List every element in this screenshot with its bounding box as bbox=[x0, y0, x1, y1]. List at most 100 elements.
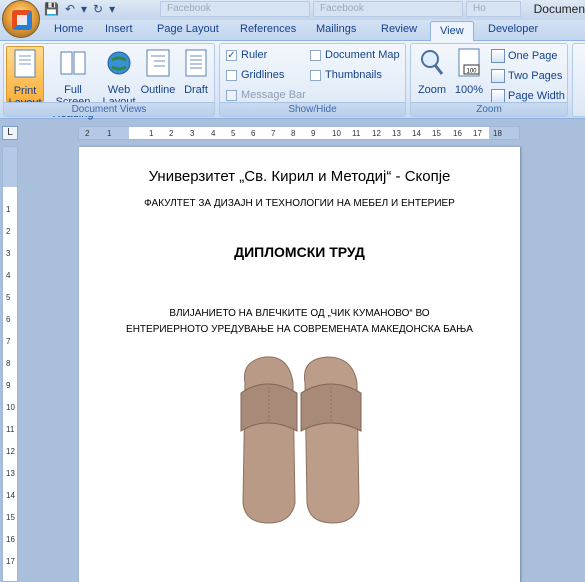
office-button[interactable] bbox=[2, 0, 40, 38]
ruler-tick: 14 bbox=[6, 491, 15, 500]
ruler-tick: 9 bbox=[6, 381, 11, 390]
two-pages-label: Two Pages bbox=[508, 70, 563, 82]
document-title: Documen bbox=[533, 2, 585, 16]
taskbar-item[interactable]: Facebook bbox=[313, 1, 463, 17]
title-bar: 💾 ↶ ▾ ↻ ▾ Facebook Facebook Ho Documen bbox=[0, 0, 585, 38]
tab-page-layout[interactable]: Page Layout bbox=[157, 23, 219, 35]
full-screen-reading-icon bbox=[60, 51, 86, 75]
ruler-tick: 15 bbox=[432, 129, 441, 138]
topic-line-1: ВЛИЈАНИЕТО НА ВЛЕЧКИТЕ ОД „ЧИК КУМАНОВО“… bbox=[169, 308, 430, 319]
outline-button[interactable]: Outline bbox=[138, 46, 178, 96]
tab-references[interactable]: References bbox=[240, 23, 296, 35]
horizontal-ruler[interactable]: 2 1 1 2 3 4 5 6 7 8 9 10 11 12 13 14 15 … bbox=[78, 126, 520, 140]
tab-selector[interactable]: L bbox=[2, 126, 18, 140]
customize-icon[interactable]: ▾ bbox=[109, 2, 115, 16]
page-100-icon: 100 bbox=[458, 48, 480, 77]
ruler-checkbox[interactable]: ✓ Ruler bbox=[226, 49, 267, 61]
document-map-checkbox[interactable]: Document Map bbox=[310, 49, 400, 61]
tab-mailings[interactable]: Mailings bbox=[316, 23, 356, 35]
ruler-tick: 9 bbox=[311, 129, 316, 138]
print-layout-icon bbox=[14, 49, 36, 78]
quick-access-toolbar: 💾 ↶ ▾ ↻ ▾ bbox=[44, 2, 115, 16]
draft-icon bbox=[185, 49, 207, 77]
ruler-tick: 1 bbox=[149, 129, 154, 138]
outline-icon bbox=[146, 49, 170, 77]
two-pages-icon bbox=[491, 69, 505, 83]
top-margin-area bbox=[3, 147, 17, 187]
topic-line-2: ЕНТЕРИЕРНОТО УРЕДУВАЊЕ НА СОВРЕМЕНАТА МА… bbox=[126, 324, 473, 335]
tab-developer[interactable]: Developer bbox=[488, 23, 538, 35]
checkbox-icon bbox=[226, 89, 237, 101]
ruler-tick: 3 bbox=[6, 249, 11, 258]
draft-label: Draft bbox=[184, 84, 208, 96]
ruler-tick: 2 bbox=[85, 129, 90, 138]
office-logo-icon bbox=[12, 10, 32, 30]
taskbar-item[interactable]: Facebook bbox=[160, 1, 310, 17]
document-page[interactable]: Универзитет „Св. Кирил и Методиј“ - Скоп… bbox=[79, 147, 520, 582]
show-hide-group: ✓ Ruler Gridlines Message Bar Document Ma… bbox=[219, 43, 406, 117]
ruler-tick: 17 bbox=[473, 129, 482, 138]
page-100-icon-text: 100 bbox=[466, 69, 477, 75]
page-width-button[interactable]: Page Width bbox=[491, 89, 565, 103]
one-page-button[interactable]: One Page bbox=[491, 49, 558, 63]
ruler-tick: 12 bbox=[372, 129, 381, 138]
checkbox-checked-icon: ✓ bbox=[226, 49, 237, 61]
web-layout-icon bbox=[107, 51, 131, 75]
ruler-tick: 1 bbox=[6, 205, 11, 214]
group-label: Zoom bbox=[411, 102, 567, 116]
web-layout-button[interactable]: Web Layout bbox=[102, 46, 136, 108]
message-bar-checkbox: Message Bar bbox=[226, 89, 306, 101]
redo-icon[interactable]: ↻ bbox=[93, 2, 103, 16]
ruler-tick: 2 bbox=[6, 227, 11, 236]
ruler-tick: 1 bbox=[107, 129, 112, 138]
two-pages-button[interactable]: Two Pages bbox=[491, 69, 562, 83]
group-label: Show/Hide bbox=[220, 102, 405, 116]
document-views-group: Print Layout Full Screen Reading Web Lay… bbox=[3, 43, 215, 120]
gridlines-label: Gridlines bbox=[241, 69, 285, 81]
ruler-tick: 14 bbox=[412, 129, 421, 138]
zoom-label: Zoom bbox=[417, 84, 447, 96]
ruler-tick: 3 bbox=[190, 129, 195, 138]
draft-button[interactable]: Draft bbox=[180, 46, 212, 96]
print-layout-button[interactable]: Print Layout bbox=[6, 46, 44, 109]
ruler-tick: 11 bbox=[6, 425, 15, 434]
ruler-tick: 18 bbox=[493, 129, 502, 138]
thumbnails-checkbox[interactable]: Thumbnails bbox=[310, 69, 382, 81]
tab-view[interactable]: View bbox=[430, 21, 474, 42]
undo-icon[interactable]: ↶ bbox=[65, 2, 75, 16]
group-label: Document Views bbox=[4, 102, 214, 116]
tab-home[interactable]: Home bbox=[54, 23, 83, 35]
zoom-100-button[interactable]: 100 100% bbox=[451, 46, 487, 96]
tab-insert[interactable]: Insert bbox=[105, 23, 133, 35]
vertical-ruler[interactable]: 1 2 3 4 5 6 7 8 9 10 11 12 13 14 15 16 1… bbox=[2, 146, 18, 582]
checkbox-icon bbox=[226, 69, 237, 81]
ruler-tick: 10 bbox=[6, 403, 15, 412]
taskbar-item[interactable]: Ho bbox=[466, 1, 521, 17]
dropdown-icon[interactable]: ▾ bbox=[81, 2, 87, 16]
window-group bbox=[572, 43, 585, 117]
browser-taskbar: Facebook Facebook Ho bbox=[160, 1, 521, 17]
gridlines-checkbox[interactable]: Gridlines bbox=[226, 69, 284, 81]
tab-review[interactable]: Review bbox=[381, 23, 417, 35]
ruler-tick: 7 bbox=[271, 129, 276, 138]
zoom-button[interactable]: Zoom bbox=[415, 46, 449, 96]
checkbox-icon bbox=[310, 69, 321, 81]
ruler-tick: 13 bbox=[392, 129, 401, 138]
ruler-tick: 13 bbox=[6, 469, 15, 478]
ruler-tick: 16 bbox=[6, 535, 15, 544]
page-width-icon bbox=[491, 89, 505, 103]
ruler-tick: 4 bbox=[6, 271, 11, 280]
magnifier-icon bbox=[421, 50, 444, 75]
ruler-tick: 6 bbox=[251, 129, 256, 138]
ruler-tick: 8 bbox=[6, 359, 11, 368]
zoom-100-label: 100% bbox=[454, 84, 484, 96]
ruler-tick: 10 bbox=[332, 129, 341, 138]
save-icon[interactable]: 💾 bbox=[44, 2, 59, 16]
ruler-tick: 17 bbox=[6, 557, 15, 566]
ruler-tick: 7 bbox=[6, 337, 11, 346]
ruler-tick: 11 bbox=[352, 129, 361, 138]
ruler-tick: 4 bbox=[211, 129, 216, 138]
slippers-image bbox=[240, 356, 362, 524]
ruler-tick: 5 bbox=[231, 129, 236, 138]
thesis-title: ДИПЛОМСКИ ТРУД bbox=[234, 244, 365, 260]
